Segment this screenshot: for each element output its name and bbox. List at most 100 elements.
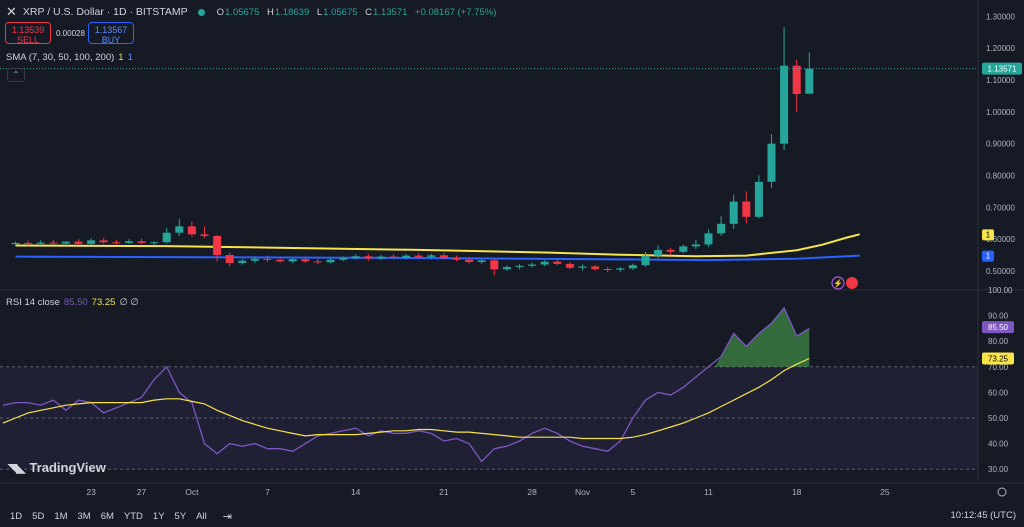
low-label: L	[316, 6, 323, 18]
candle-body	[754, 181, 763, 217]
time-tick-label: 7	[265, 487, 270, 497]
price-tick-label: 1.10000	[986, 76, 1015, 85]
candle-body	[729, 201, 738, 224]
rsi-value: 85.50	[63, 297, 88, 308]
sma-blue-badge-label: 1	[986, 252, 991, 261]
candle-body	[792, 65, 801, 94]
sma-label: SMA (7, 30, 50, 100, 200)	[6, 52, 115, 63]
open-label: O	[216, 6, 225, 18]
candle-body	[150, 242, 159, 244]
timeframe-1m[interactable]: 1M	[54, 511, 67, 522]
price-tick-label: 0.70000	[986, 203, 1015, 212]
change-value: +0.08167 (+7.75%)	[415, 6, 497, 18]
timeframe-5y[interactable]: 5Y	[175, 511, 187, 522]
rsi-legend[interactable]: RSI 14 close 85.50 73.25 ∅ ∅	[6, 297, 139, 308]
rsi-label: RSI 14 close	[6, 297, 60, 308]
candle-body	[704, 233, 713, 245]
high-value: 1.18639	[274, 6, 310, 18]
time-tick-label: Nov	[575, 487, 591, 497]
utc-clock[interactable]: 10:12:45 (UTC)	[951, 510, 1016, 521]
candle-body	[339, 258, 348, 260]
candle-body	[326, 259, 335, 263]
candle-body	[162, 232, 171, 243]
price-tick-label: 0.50000	[986, 267, 1015, 276]
candle-body	[313, 261, 322, 263]
candle-body	[666, 249, 675, 252]
logo-text: TradingView	[29, 460, 106, 475]
goto-date-icon[interactable]: ⇥	[223, 510, 232, 523]
candle-body	[717, 223, 726, 234]
candle-body	[691, 244, 700, 247]
rsi-tick-label: 50.00	[988, 414, 1009, 423]
timeframe-all[interactable]: All	[196, 511, 207, 522]
candle-body	[477, 260, 486, 262]
sell-button[interactable]: 1.13539 SELL	[5, 22, 51, 45]
sma-legend[interactable]: SMA (7, 30, 50, 100, 200) 1 1	[6, 52, 133, 63]
symbol-title[interactable]: XRP / U.S. Dollar · 1D · BITSTAMP	[23, 6, 188, 18]
chart-header: ✕ XRP / U.S. Dollar · 1D · BITSTAMP O 1.0…	[6, 4, 501, 20]
timeframe-bar: 1D 5D 1M 3M 6M YTD 1Y 5Y All ⇥	[0, 505, 232, 527]
candle-body	[112, 242, 121, 244]
time-tick-label: 28	[527, 487, 537, 497]
timeframe-1d[interactable]: 1D	[10, 511, 22, 522]
buy-label: BUY	[101, 35, 121, 45]
price-chart[interactable]: 1.30000 1.20000 1.10000 1.00000 0.90000 0.800…	[0, 0, 1024, 505]
time-tick-label: 23	[86, 487, 96, 497]
candle-body	[137, 241, 146, 243]
rsi-ma-value: 73.25	[91, 297, 116, 308]
candle-body	[528, 264, 537, 266]
close-value: 1.13571	[373, 6, 408, 18]
collapse-legend-button[interactable]: ⌃	[7, 68, 25, 82]
candle-body	[452, 258, 461, 260]
market-status-icon	[197, 8, 205, 16]
spread-value: 0.00028	[56, 29, 85, 38]
buy-price: 1.13567	[94, 25, 128, 35]
close-symbol-icon[interactable]: ✕	[6, 4, 17, 20]
sma-value-1: 1	[118, 52, 124, 63]
candle-body	[578, 266, 587, 268]
candle-body	[641, 255, 650, 266]
close-label: C	[365, 6, 373, 18]
candle-body	[124, 241, 133, 243]
price-tick-label: 0.90000	[986, 140, 1015, 149]
timeframe-3m[interactable]: 3M	[78, 511, 91, 522]
time-tick-label: 27	[137, 487, 147, 497]
candle-body	[376, 256, 385, 259]
ohlc-readout: O1.05675 H1.18639 L1.05675 C1.13571 +0.0…	[217, 7, 502, 18]
time-tick-label: 11	[704, 487, 713, 497]
candle-body	[24, 242, 33, 244]
candle-body	[805, 68, 814, 94]
sma-yellow-badge-label: 1	[986, 230, 991, 239]
candle-body	[351, 256, 360, 259]
timeframe-1y[interactable]: 1Y	[153, 511, 165, 522]
sell-label: SELL	[16, 35, 40, 45]
candle-body	[654, 249, 663, 256]
candle-body	[225, 255, 234, 263]
time-tick-label: 14	[351, 487, 361, 497]
candle-body	[238, 260, 247, 263]
rsi-value-badge-label: 85.50	[988, 323, 1009, 332]
candle-body	[616, 268, 625, 270]
candle-body	[591, 266, 600, 269]
timeframe-5d[interactable]: 5D	[32, 511, 44, 522]
candle-body	[49, 242, 58, 244]
buy-button[interactable]: 1.13567 BUY	[88, 22, 134, 45]
time-tick-label: 25	[880, 487, 890, 497]
candle-body	[515, 265, 524, 268]
price-tick-label: 1.20000	[986, 44, 1015, 53]
lightning-glyph-icon: ⚡	[833, 278, 843, 288]
tradingview-logo[interactable]: ◥◣ TradingView	[8, 460, 106, 475]
rsi-tick-label: 100.00	[988, 286, 1013, 295]
price-tick-label: 0.80000	[986, 171, 1015, 180]
high-label: H	[267, 6, 274, 18]
rsi-ma-badge-label: 73.25	[988, 354, 1009, 363]
candle-body	[99, 240, 108, 243]
candle-body	[780, 65, 789, 144]
candle-body	[540, 261, 549, 265]
rsi-tick-label: 80.00	[988, 337, 1009, 346]
candle-body	[61, 241, 70, 244]
timeframe-6m[interactable]: 6M	[101, 511, 114, 522]
candle-body	[402, 255, 411, 258]
timeframe-ytd[interactable]: YTD	[124, 511, 143, 522]
low-value: 1.05675	[323, 6, 358, 18]
